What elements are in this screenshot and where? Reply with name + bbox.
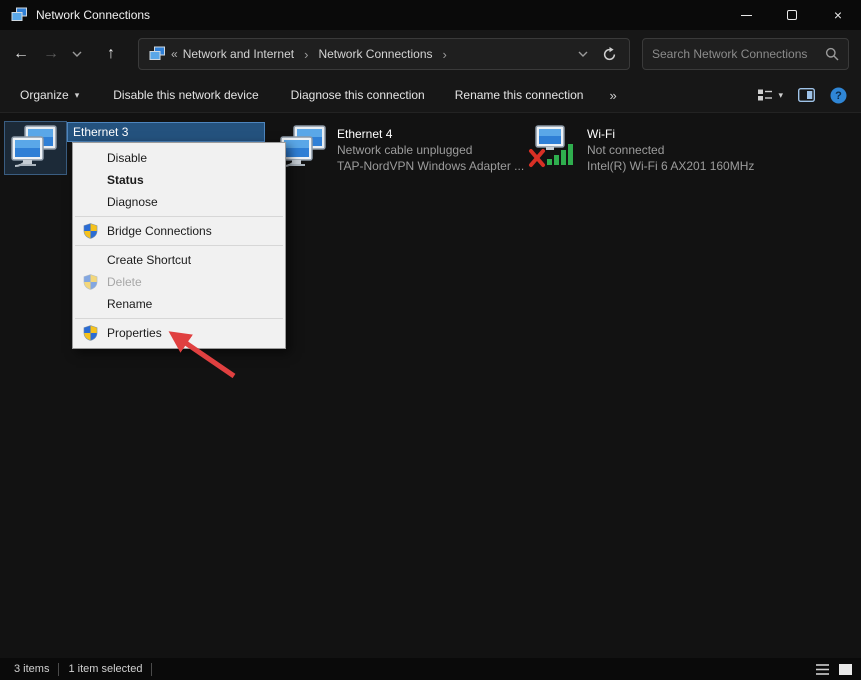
menu-item-status[interactable]: Status bbox=[73, 169, 285, 191]
breadcrumb-chevron-icon[interactable]: › bbox=[298, 47, 314, 62]
uac-shield-icon bbox=[73, 325, 107, 341]
connection-device: Intel(R) Wi-Fi 6 AX201 160MHz bbox=[587, 158, 754, 174]
menu-separator bbox=[75, 318, 283, 319]
menu-item-properties[interactable]: Properties bbox=[73, 322, 285, 344]
status-divider bbox=[151, 663, 152, 676]
connection-ethernet3[interactable] bbox=[9, 125, 61, 169]
preview-pane-icon bbox=[798, 88, 815, 102]
help-icon: ? bbox=[830, 87, 847, 104]
connection-name: Ethernet 3 bbox=[68, 124, 128, 140]
help-button[interactable]: ? bbox=[830, 87, 847, 104]
window-title: Network Connections bbox=[36, 8, 150, 22]
details-view-button[interactable] bbox=[815, 663, 830, 676]
search-icon[interactable] bbox=[825, 47, 839, 61]
diagnose-connection-button[interactable]: Diagnose this connection bbox=[291, 88, 425, 102]
close-icon: × bbox=[834, 8, 842, 22]
breadcrumb-network-connections[interactable]: Network Connections bbox=[314, 47, 436, 61]
menu-separator bbox=[75, 245, 283, 246]
chevron-down-icon: ▾ bbox=[75, 90, 80, 101]
forward-button[interactable]: → bbox=[36, 39, 66, 69]
address-bar[interactable]: « Network and Internet › Network Connect… bbox=[138, 38, 630, 70]
connection-name: Wi-Fi bbox=[587, 126, 754, 142]
title-bar: Network Connections × bbox=[0, 0, 861, 30]
breadcrumb-chevron-icon[interactable]: › bbox=[437, 47, 453, 62]
wifi-disconnected-icon bbox=[528, 125, 580, 174]
command-toolbar: Organize ▾ Disable this network device D… bbox=[0, 78, 861, 113]
menu-item-bridge-connections[interactable]: Bridge Connections bbox=[73, 220, 285, 242]
svg-text:?: ? bbox=[835, 90, 842, 102]
breadcrumb-collapse[interactable]: « bbox=[171, 47, 179, 61]
connection-status: Not connected bbox=[587, 142, 754, 158]
item-count: 3 items bbox=[14, 663, 49, 675]
menu-item-disable[interactable]: Disable bbox=[73, 147, 285, 169]
search-box[interactable] bbox=[642, 38, 849, 70]
maximize-icon bbox=[787, 10, 797, 20]
refresh-button[interactable] bbox=[595, 47, 623, 62]
statusbar-view-buttons bbox=[815, 663, 853, 676]
rename-connection-button[interactable]: Rename this connection bbox=[455, 88, 584, 102]
up-button[interactable]: ↑ bbox=[96, 39, 126, 69]
maximize-button[interactable] bbox=[769, 0, 815, 30]
app-icon bbox=[11, 7, 27, 23]
disable-device-button[interactable]: Disable this network device bbox=[113, 88, 258, 102]
menu-separator bbox=[75, 216, 283, 217]
large-icons-view-icon bbox=[838, 663, 853, 676]
menu-item-rename[interactable]: Rename bbox=[73, 293, 285, 315]
breadcrumb-network-and-internet[interactable]: Network and Internet bbox=[179, 47, 298, 61]
back-button[interactable]: ← bbox=[6, 39, 36, 69]
change-view-button[interactable]: ▾ bbox=[757, 88, 783, 102]
menu-item-delete: Delete bbox=[73, 271, 285, 293]
caption-buttons: × bbox=[723, 0, 861, 30]
location-icon bbox=[149, 46, 165, 62]
details-view-icon bbox=[815, 663, 830, 676]
view-mode-icon bbox=[757, 88, 773, 102]
address-dropdown-button[interactable] bbox=[571, 51, 595, 57]
chevron-down-icon bbox=[578, 51, 588, 57]
organize-label: Organize bbox=[20, 88, 69, 102]
large-icons-view-button[interactable] bbox=[838, 663, 853, 676]
toolbar-right-group: ▾ ? bbox=[757, 87, 847, 104]
status-bar: 3 items 1 item selected bbox=[0, 658, 861, 680]
network-adapter-icon bbox=[9, 125, 61, 169]
organize-button[interactable]: Organize ▾ bbox=[20, 88, 79, 102]
refresh-icon bbox=[602, 47, 617, 62]
navigation-bar: ← → ↑ « Network and Internet › Network C… bbox=[0, 30, 861, 78]
menu-item-create-shortcut[interactable]: Create Shortcut bbox=[73, 249, 285, 271]
connection-wifi[interactable]: Wi-Fi Not connected Intel(R) Wi-Fi 6 AX2… bbox=[528, 125, 754, 174]
uac-shield-icon bbox=[73, 223, 107, 239]
close-button[interactable]: × bbox=[815, 0, 861, 30]
connections-list: Ethernet 3 Ethernet 4 Network bbox=[0, 113, 861, 658]
selection-count: 1 item selected bbox=[68, 663, 142, 675]
chevron-down-icon: ▾ bbox=[778, 90, 783, 101]
status-divider bbox=[58, 663, 59, 676]
minimize-icon bbox=[741, 15, 752, 16]
network-connections-window: Network Connections × ← → ↑ « Network an… bbox=[0, 0, 861, 680]
connection-ethernet4[interactable]: Ethernet 4 Network cable unplugged TAP-N… bbox=[278, 125, 524, 174]
preview-pane-button[interactable] bbox=[798, 88, 815, 102]
connection-name: Ethernet 4 bbox=[337, 126, 524, 142]
recent-locations-dropdown[interactable] bbox=[66, 39, 88, 69]
minimize-button[interactable] bbox=[723, 0, 769, 30]
menu-item-diagnose[interactable]: Diagnose bbox=[73, 191, 285, 213]
toolbar-overflow-button[interactable]: » bbox=[609, 88, 616, 103]
context-menu: Disable Status Diagnose bbox=[72, 142, 286, 349]
search-input[interactable] bbox=[652, 47, 825, 61]
uac-shield-icon bbox=[73, 274, 107, 290]
chevron-down-icon bbox=[72, 51, 82, 57]
connection-device: TAP-NordVPN Windows Adapter ... bbox=[337, 158, 524, 174]
connection-ethernet3-label[interactable]: Ethernet 3 bbox=[67, 122, 265, 142]
connection-status: Network cable unplugged bbox=[337, 142, 524, 158]
